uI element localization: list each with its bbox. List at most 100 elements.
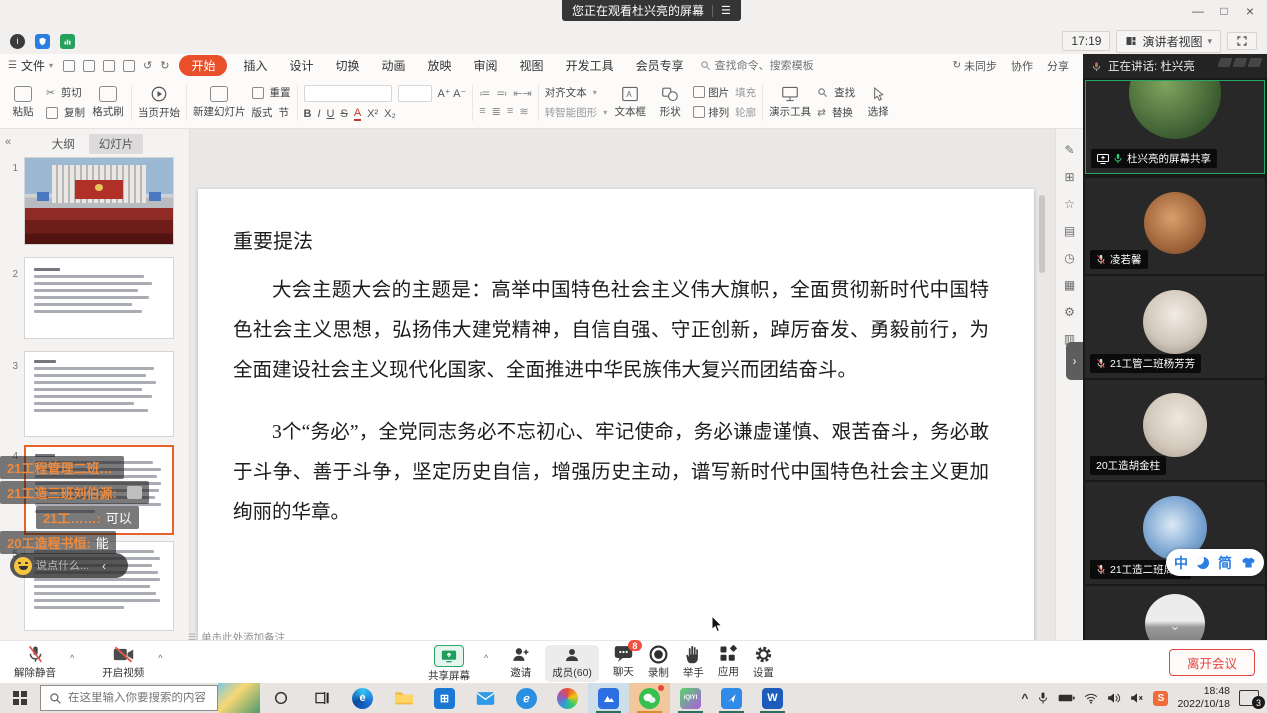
command-search[interactable]: [700, 60, 825, 72]
word-icon[interactable]: W: [752, 683, 793, 713]
sogou-ime-icon[interactable]: S: [1153, 691, 1168, 706]
rail-properties-icon[interactable]: ⊞: [1064, 170, 1074, 184]
tab-transitions[interactable]: 切换: [329, 55, 365, 76]
tab-view[interactable]: 视图: [514, 55, 550, 76]
emoji-icon[interactable]: [14, 557, 32, 575]
slide-thumbnail-2[interactable]: [24, 257, 174, 339]
taskbar-clock[interactable]: 18:48 2022/10/18: [1177, 685, 1230, 711]
reset-button[interactable]: 重置: [252, 85, 291, 100]
leave-meeting-button[interactable]: 离开会议: [1169, 649, 1255, 676]
members-button[interactable]: 成员(60): [545, 645, 599, 682]
font-color-button[interactable]: A: [354, 107, 361, 121]
current-slide[interactable]: 重要提法 大会主题大会的主题是：高举中国特色社会主义伟大旗帜，全面贯彻新时代中国…: [198, 189, 1034, 659]
share-options-caret[interactable]: ^: [484, 653, 488, 663]
file-menu[interactable]: ☰ 文件 ▾: [8, 57, 53, 74]
hidden-icons-chevron[interactable]: ^: [1021, 691, 1028, 705]
outline-button[interactable]: 轮廓: [735, 105, 756, 120]
tab-outline[interactable]: 大纲: [46, 134, 81, 154]
raise-hand-button[interactable]: 举手: [683, 645, 704, 680]
command-search-input[interactable]: [715, 60, 825, 72]
collaborate-button[interactable]: 协作: [1011, 58, 1033, 74]
undo-icon[interactable]: ↺: [143, 59, 152, 72]
video-options-caret[interactable]: ^: [158, 653, 162, 663]
share-screen-button[interactable]: 共享屏幕: [428, 645, 470, 683]
close-button[interactable]: ×: [1237, 0, 1263, 22]
panel-expand-tab[interactable]: ›: [1066, 342, 1083, 380]
shield-icon[interactable]: [35, 34, 50, 49]
scroll-more-icon[interactable]: ⌄: [1170, 618, 1181, 634]
tencent-meeting-icon[interactable]: [588, 683, 629, 713]
skin-icon[interactable]: [1241, 556, 1256, 569]
rail-media-icon[interactable]: ▦: [1064, 278, 1075, 292]
new-file-icon[interactable]: [63, 60, 75, 72]
align-left-icon[interactable]: ≡: [479, 105, 485, 118]
participant-tile[interactable]: 杜兴亮的屏幕共享: [1085, 80, 1265, 174]
arrange-button[interactable]: 排列: [693, 105, 729, 120]
bullets-icon[interactable]: ≔: [479, 87, 490, 100]
start-video-button[interactable]: 开启视频: [102, 645, 144, 680]
chat-button[interactable]: 8 聊天: [613, 645, 634, 679]
fullscreen-button[interactable]: [1227, 32, 1257, 50]
participant-tile[interactable]: 凌若馨: [1085, 178, 1265, 274]
settings-button[interactable]: 设置: [753, 645, 774, 680]
task-view-icon[interactable]: [301, 683, 342, 713]
textbox-button[interactable]: A 文本框: [613, 86, 647, 119]
tab-devtools[interactable]: 开发工具: [560, 55, 620, 76]
taskbar-search[interactable]: [40, 685, 218, 711]
wechat-icon[interactable]: [629, 683, 670, 713]
start-button[interactable]: [0, 683, 40, 713]
banner-menu-icon[interactable]: ☰: [721, 4, 731, 17]
layout-button[interactable]: 版式: [252, 105, 273, 120]
subscript-button[interactable]: X₂: [384, 108, 396, 120]
rail-settings-icon[interactable]: ⚙: [1064, 305, 1075, 319]
stats-icon[interactable]: [60, 34, 75, 49]
copy-button[interactable]: 复制: [46, 105, 85, 120]
rail-edit-icon[interactable]: ✎: [1064, 143, 1074, 157]
find-button[interactable]: 查找: [817, 85, 855, 100]
minimize-button[interactable]: —: [1185, 0, 1211, 22]
tray-mic-icon[interactable]: [1037, 691, 1049, 705]
share-button[interactable]: 分享: [1047, 58, 1069, 74]
collapse-chat-icon[interactable]: ‹: [102, 559, 106, 573]
tab-animations[interactable]: 动画: [376, 55, 412, 76]
font-size-select[interactable]: [398, 85, 432, 102]
rail-effects-icon[interactable]: ☆: [1064, 197, 1075, 211]
wifi-icon[interactable]: [1084, 693, 1098, 704]
tab-home[interactable]: 开始: [179, 55, 227, 76]
presentation-tools-button[interactable]: 演示工具: [769, 86, 811, 119]
tab-member[interactable]: 会员专享: [630, 55, 690, 76]
microsoft-store-icon[interactable]: ⊞: [424, 683, 465, 713]
tab-design[interactable]: 设计: [283, 55, 319, 76]
indent-icons[interactable]: ⇤⇥: [513, 87, 531, 100]
mail-icon[interactable]: [465, 683, 506, 713]
iqiyi-icon[interactable]: iQIYI: [670, 683, 711, 713]
canvas-scrollbar[interactable]: [1039, 195, 1045, 273]
strikethrough-button[interactable]: S: [340, 108, 347, 120]
unmute-button[interactable]: 解除静音: [14, 645, 56, 680]
battery-icon[interactable]: [1058, 693, 1075, 703]
replace-button[interactable]: ⇄替换: [817, 105, 855, 120]
select-button[interactable]: 选择: [861, 86, 895, 119]
maximize-button[interactable]: □: [1211, 0, 1237, 22]
moon-icon[interactable]: [1197, 557, 1209, 569]
tab-insert[interactable]: 插入: [237, 55, 273, 76]
align-right-icon[interactable]: ≡: [507, 105, 513, 118]
paste-button[interactable]: 粘贴: [6, 86, 40, 119]
tab-slides[interactable]: 幻灯片: [89, 134, 144, 154]
cortana-icon[interactable]: [260, 683, 301, 713]
numbering-icon[interactable]: ≕: [496, 87, 507, 100]
browser-2345-icon[interactable]: ℯ: [506, 683, 547, 713]
align-center-icon[interactable]: ≣: [492, 105, 501, 118]
section-button[interactable]: 节: [279, 105, 290, 120]
participant-tile[interactable]: 20工造胡金柱: [1085, 380, 1265, 480]
italic-button[interactable]: I: [317, 108, 320, 120]
rail-history-icon[interactable]: ◷: [1064, 251, 1074, 265]
font-family-select[interactable]: [304, 85, 392, 102]
mic-options-caret[interactable]: ^: [70, 653, 74, 663]
align-text-button[interactable]: 对齐文本▾: [545, 85, 608, 100]
fill-button[interactable]: 填充: [735, 85, 756, 100]
smart-graphics-button[interactable]: 转智能图形▾: [545, 105, 608, 120]
info-icon[interactable]: i: [10, 34, 25, 49]
save-icon[interactable]: [83, 60, 95, 72]
news-widget[interactable]: [218, 683, 260, 713]
